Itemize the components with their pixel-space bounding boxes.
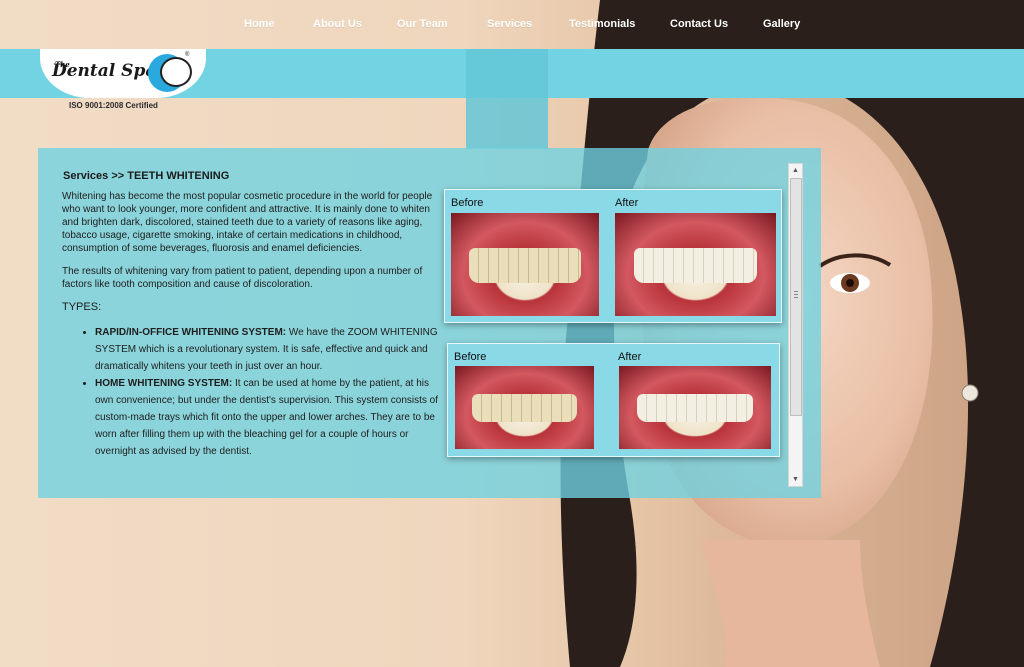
scroll-thumb[interactable] [790,178,802,416]
before-label: Before [451,197,484,209]
nav-item-home[interactable]: Home [244,0,275,49]
types-list: RAPID/IN-OFFICE WHITENING SYSTEM: We hav… [62,324,442,460]
intro-paragraph: Whitening has become the most popular co… [62,191,433,254]
scroll-down-arrow-icon[interactable]: ▼ [789,473,802,486]
content-panel: Services >> TEETH WHITENING Whitening ha… [38,148,821,498]
nav-item-testimonials[interactable]: Testimonials [569,0,635,49]
after-label: After [618,351,642,363]
breadcrumb: Services >> TEETH WHITENING [63,170,230,182]
after-photo[interactable] [615,213,776,316]
before-after-gallery-1: Before After [444,189,782,323]
results-paragraph: The results of whitening vary from patie… [62,266,423,290]
after-photo[interactable] [619,366,771,449]
type-title: RAPID/IN-OFFICE WHITENING SYSTEM: [95,327,287,338]
logo-name-text: Dental Spa [52,61,157,81]
before-label: Before [454,351,487,363]
nav-item-our-team[interactable]: Our Team [397,0,448,49]
article-text: Whitening has become the most popular co… [62,190,442,460]
grip-icon [794,291,798,299]
registered-mark: ® [185,52,190,58]
type-title: HOME WHITENING SYSTEM: [95,378,233,389]
list-item: HOME WHITENING SYSTEM: It can be used at… [95,375,440,460]
list-item: RAPID/IN-OFFICE WHITENING SYSTEM: We hav… [95,324,440,375]
nav-item-contact-us[interactable]: Contact Us [670,0,728,49]
type-text: It can be used at home by the patient, a… [95,378,439,457]
nav-item-about-us[interactable]: About Us [313,0,362,49]
types-heading: TYPES: [62,301,102,313]
before-photo[interactable] [451,213,599,316]
before-after-gallery-2: Before After [447,343,780,457]
before-photo[interactable] [455,366,594,449]
nav-item-gallery[interactable]: Gallery [763,0,800,49]
nav-item-services[interactable]: Services [487,0,532,49]
scroll-up-arrow-icon[interactable]: ▲ [789,164,802,177]
tooth-icon [160,57,192,87]
after-label: After [615,197,639,209]
content-scrollbar[interactable]: ▲ ▼ [788,163,803,487]
site-logo[interactable]: The Dental Spa ® [40,49,206,98]
iso-certification: ISO 9001:2008 Certified [69,101,158,110]
nav-active-indicator [466,49,548,149]
